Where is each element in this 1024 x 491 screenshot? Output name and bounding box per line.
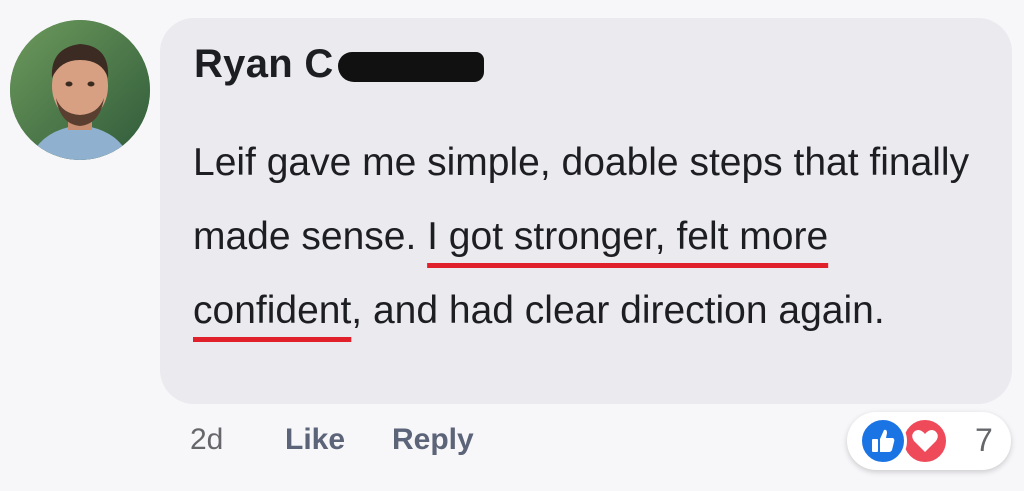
reply-button[interactable]: Reply bbox=[392, 423, 474, 457]
thumbs-up-icon bbox=[859, 417, 907, 465]
heart-icon bbox=[901, 417, 949, 465]
reaction-count: 7 bbox=[975, 422, 993, 458]
like-button[interactable]: Like bbox=[285, 423, 345, 457]
comment-text-end: , and had clear direction again. bbox=[351, 289, 885, 332]
redaction-mark bbox=[338, 52, 484, 82]
profile-photo bbox=[10, 20, 150, 160]
avatar[interactable] bbox=[10, 20, 150, 160]
comment-timestamp[interactable]: 2d bbox=[190, 423, 223, 457]
comment-text: Leif gave me simple, doable steps that f… bbox=[193, 126, 1003, 348]
reactions-summary[interactable]: 7 bbox=[847, 412, 1011, 470]
comment-author[interactable]: Ryan C bbox=[194, 42, 334, 87]
